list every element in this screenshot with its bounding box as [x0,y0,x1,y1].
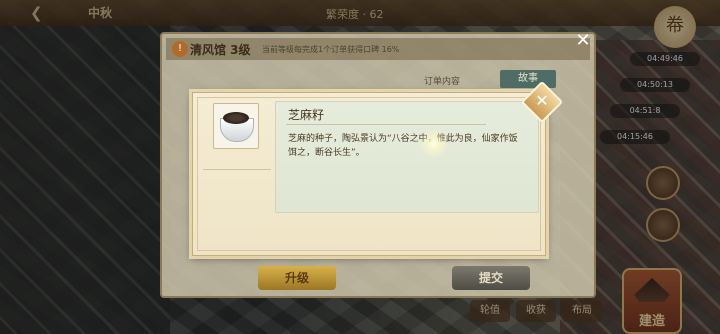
submit-button[interactable]: 提交 [452,266,530,290]
order-content-label: 订单内容 [424,77,461,87]
tab-story[interactable]: 故事 [500,70,556,88]
alert-icon: ! [172,41,188,57]
item-name: 芝麻籽 [288,108,325,122]
divider [203,169,271,170]
name-divider [286,124,486,125]
item-info-box: 芝麻籽 芝麻的种子，陶弘景认为“八谷之中，惟此为良，仙家作饭饵之，断谷长生”。 [275,101,539,213]
order-description: 当前等级每完成1个订单获得口碑 16% [262,45,400,54]
sparkle-effect [419,129,449,159]
upgrade-button[interactable]: 升级 [258,266,336,290]
item-thumbnail [213,103,259,149]
close-x-icon: ✕ [535,91,549,110]
item-detail-popup: 芝麻籽 芝麻的种子，陶弘景认为“八谷之中，惟此为良，仙家作饭饵之，断谷长生”。 … [192,80,564,256]
order-title: 清风馆 3级 [190,43,251,57]
order-header: ! 清风馆 3级 当前等级每完成1个订单获得口碑 16% [166,38,590,60]
sesame-seeds [223,112,249,124]
close-icon[interactable]: ✕ [572,30,594,52]
item-description: 芝麻的种子，陶弘景认为“八谷之中，惟此为良，仙家作饭饵之，断谷长生”。 [288,134,518,158]
